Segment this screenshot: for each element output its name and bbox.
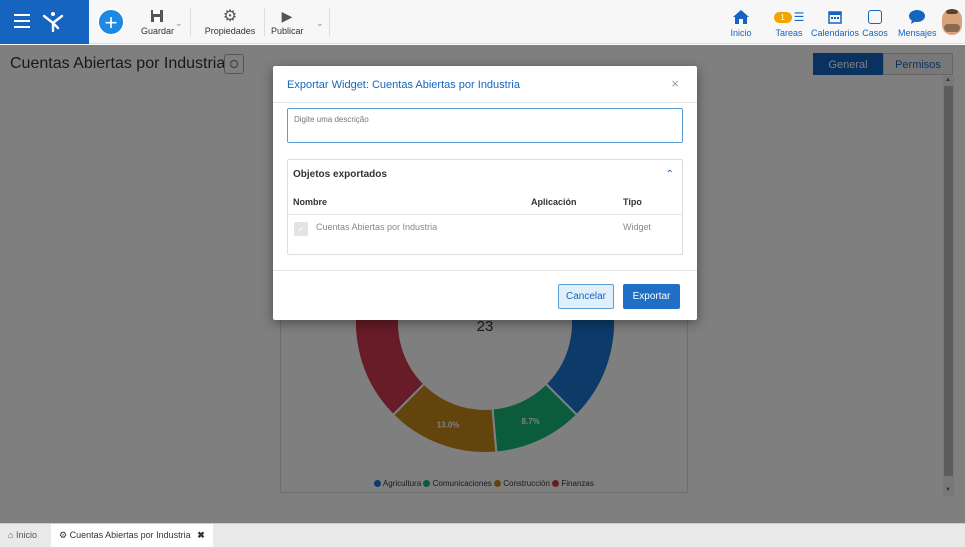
nav-messages-label: Mensajes [898, 28, 937, 38]
nav-tasks[interactable]: 1 ☰ Tareas [770, 6, 808, 38]
calendar-icon [828, 11, 842, 24]
divider [329, 8, 330, 36]
play-icon: ▶ [281, 7, 293, 24]
publish-dropdown-chevron-icon[interactable]: ⌄ [316, 18, 324, 29]
divider [190, 8, 191, 36]
top-toolbar: + Guardar ⌄ ⚙ Propiedades ▶ Publicar ⌄ I… [0, 0, 965, 44]
row-type: Widget [623, 222, 652, 232]
divider [288, 214, 682, 215]
cancel-button[interactable]: Cancelar [558, 284, 614, 309]
nav-calendars-label: Calendarios [811, 28, 860, 38]
col-header-application: Aplicación [531, 197, 577, 207]
divider [273, 270, 697, 271]
user-avatar[interactable] [942, 9, 962, 35]
panel-title: Objetos exportados [293, 169, 387, 180]
nav-home[interactable]: Inicio [728, 6, 754, 38]
chat-bubble-icon [909, 10, 925, 24]
widget-icon: ⚙ [59, 530, 68, 540]
home-icon: ⌂ [8, 530, 14, 540]
close-tab-icon[interactable]: ✖ [197, 530, 205, 540]
tasks-badge: 1 [773, 11, 792, 23]
description-field[interactable]: Digite uma descrição [287, 108, 683, 143]
nav-cases-label: Casos [862, 28, 888, 38]
col-header-type: Tipo [623, 197, 642, 207]
nav-home-label: Inicio [730, 28, 752, 38]
save-icon [151, 10, 163, 22]
chevron-up-icon[interactable]: ⌃ [666, 169, 674, 180]
close-icon[interactable]: × [671, 76, 679, 91]
row-checkbox[interactable]: ✓ [294, 222, 308, 236]
row-name: Cuentas Abiertas por Industria [316, 222, 438, 232]
bottom-tab-active[interactable]: ⚙ Cuentas Abiertas por Industria ✖ [51, 524, 213, 547]
bottom-tabbar: ⌂ Inicio ⚙ Cuentas Abiertas por Industri… [0, 523, 965, 547]
divider [273, 102, 697, 103]
bottom-tab-home[interactable]: ⌂ Inicio [8, 524, 37, 547]
export-button[interactable]: Exportar [623, 284, 680, 309]
brand-area [0, 0, 89, 44]
publish-button[interactable]: ▶ Publicar [271, 6, 304, 37]
divider [264, 8, 265, 36]
home-icon [733, 10, 749, 24]
modal-title: Exportar Widget: Cuentas Abiertas por In… [287, 79, 520, 91]
tasks-list-icon: ☰ [793, 10, 805, 24]
hamburger-menu-icon[interactable] [14, 14, 30, 28]
bottom-tab-home-label: Inicio [15, 530, 37, 540]
nav-messages[interactable]: Mensajes [898, 6, 937, 38]
save-dropdown-chevron-icon[interactable]: ⌄ [175, 18, 183, 29]
gear-icon: ⚙ [222, 8, 238, 25]
add-button[interactable]: + [97, 8, 125, 36]
properties-label: Propiedades [204, 26, 256, 36]
exported-objects-panel: Objetos exportados ⌃ Nombre Aplicación T… [287, 159, 683, 255]
app-logo-icon[interactable] [41, 10, 65, 34]
export-widget-modal: Exportar Widget: Cuentas Abiertas por In… [273, 66, 697, 320]
nav-tasks-label: Tareas [775, 28, 803, 38]
bottom-tab-active-label: Cuentas Abiertas por Industria [69, 530, 191, 540]
properties-button[interactable]: ⚙ Propiedades [200, 6, 260, 36]
save-label: Guardar [141, 26, 175, 36]
save-button[interactable]: Guardar [141, 6, 175, 36]
publish-label: Publicar [271, 26, 304, 36]
nav-cases[interactable]: Casos [862, 6, 888, 38]
col-header-name: Nombre [293, 197, 328, 207]
cases-icon [868, 10, 882, 24]
nav-calendars[interactable]: Calendarios [811, 6, 859, 38]
